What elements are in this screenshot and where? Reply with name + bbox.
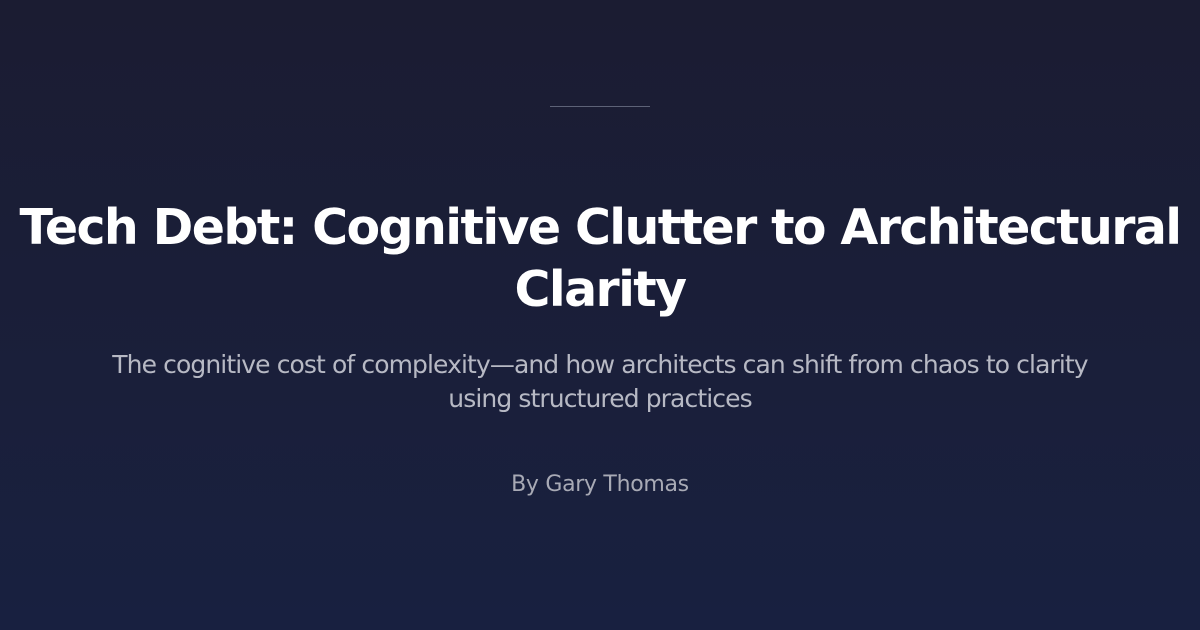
- article-subtitle-line-2: using structured practices: [448, 384, 752, 413]
- article-title-line-1: Tech Debt: Cognitive Clutter to Architec…: [19, 199, 1183, 256]
- article-title-line-2: Clarity: [514, 261, 688, 318]
- article-subtitle-line-1: The cognitive cost of complexity—and how…: [112, 350, 1088, 379]
- social-card: Tech Debt: Cognitive Clutter to Architec…: [0, 0, 1200, 630]
- article-subtitle: The cognitive cost of complexity—and how…: [0, 348, 1200, 416]
- article-title: Tech Debt: Cognitive Clutter to Architec…: [0, 197, 1200, 321]
- top-divider: [550, 106, 650, 107]
- author-byline: By Gary Thomas: [511, 472, 689, 497]
